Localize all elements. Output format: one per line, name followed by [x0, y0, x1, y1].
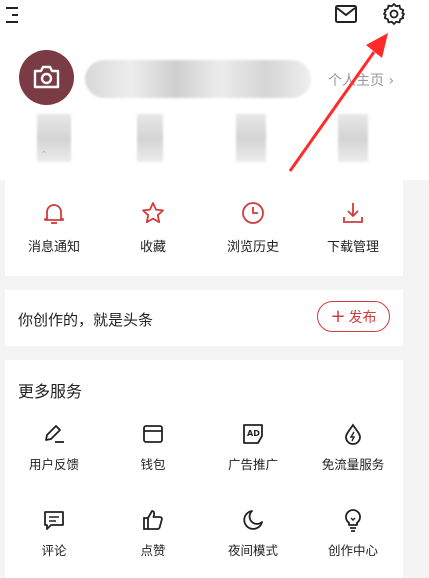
comments-button[interactable]: 评论 [14, 508, 94, 559]
star-icon [142, 202, 164, 224]
publish-button[interactable]: + 发布 [317, 301, 390, 332]
collapse-caret-icon: ⌃ [40, 150, 49, 161]
download-icon [343, 203, 363, 223]
lightbulb-icon [345, 509, 361, 532]
favorites-button[interactable]: 收藏 [113, 200, 193, 255]
thumbs-up-icon [143, 510, 163, 530]
free-data-button[interactable]: 免流量服务 [313, 422, 393, 473]
likes-button[interactable]: 点赞 [113, 508, 193, 559]
notifications-button[interactable]: 消息通知 [14, 200, 94, 255]
section-title: 更多服务 [18, 382, 83, 401]
ad-promotion-button[interactable]: AD 广告推广 [213, 422, 293, 473]
wallet-button[interactable]: 钱包 [113, 422, 193, 473]
username-blurred [85, 60, 311, 98]
more-services-card: 更多服务 用户反馈 钱包 AD 广告推广 免流量服务 评论 点赞 夜间模式 创作… [5, 360, 403, 578]
clock-icon [242, 202, 264, 224]
moon-icon [243, 510, 263, 530]
create-slogan: 你创作的，就是头条 [18, 311, 154, 329]
bell-icon [44, 204, 64, 224]
stat-blurred [338, 114, 368, 162]
stat-blurred [137, 114, 163, 162]
create-banner: 你创作的，就是头条 + 发布 [5, 290, 403, 346]
downloads-button[interactable]: 下载管理 [313, 200, 393, 255]
gear-icon[interactable] [381, 1, 407, 27]
svg-text:AD: AD [247, 429, 260, 438]
camera-icon [33, 65, 60, 89]
menu-icon[interactable] [4, 5, 24, 25]
mail-icon[interactable] [334, 3, 358, 25]
comment-icon [44, 511, 64, 530]
creator-center-button[interactable]: 创作中心 [313, 508, 393, 559]
top-bar [0, 0, 429, 34]
wallet-icon [143, 425, 163, 443]
quick-actions-card: 消息通知 收藏 浏览历史 下载管理 [5, 180, 403, 276]
data-drop-icon [345, 423, 361, 445]
profile-header: 个人主页 › ⌃ [0, 34, 429, 180]
plus-icon: + [330, 305, 346, 327]
ad-icon: AD [243, 424, 263, 444]
stat-blurred [236, 114, 266, 162]
feedback-pen-icon [45, 425, 64, 443]
night-mode-button[interactable]: 夜间模式 [213, 508, 293, 559]
feedback-button[interactable]: 用户反馈 [14, 422, 94, 473]
history-button[interactable]: 浏览历史 [213, 200, 293, 255]
homepage-link[interactable]: 个人主页 › [328, 70, 394, 90]
publish-label: 发布 [348, 309, 377, 326]
avatar[interactable] [19, 50, 74, 105]
